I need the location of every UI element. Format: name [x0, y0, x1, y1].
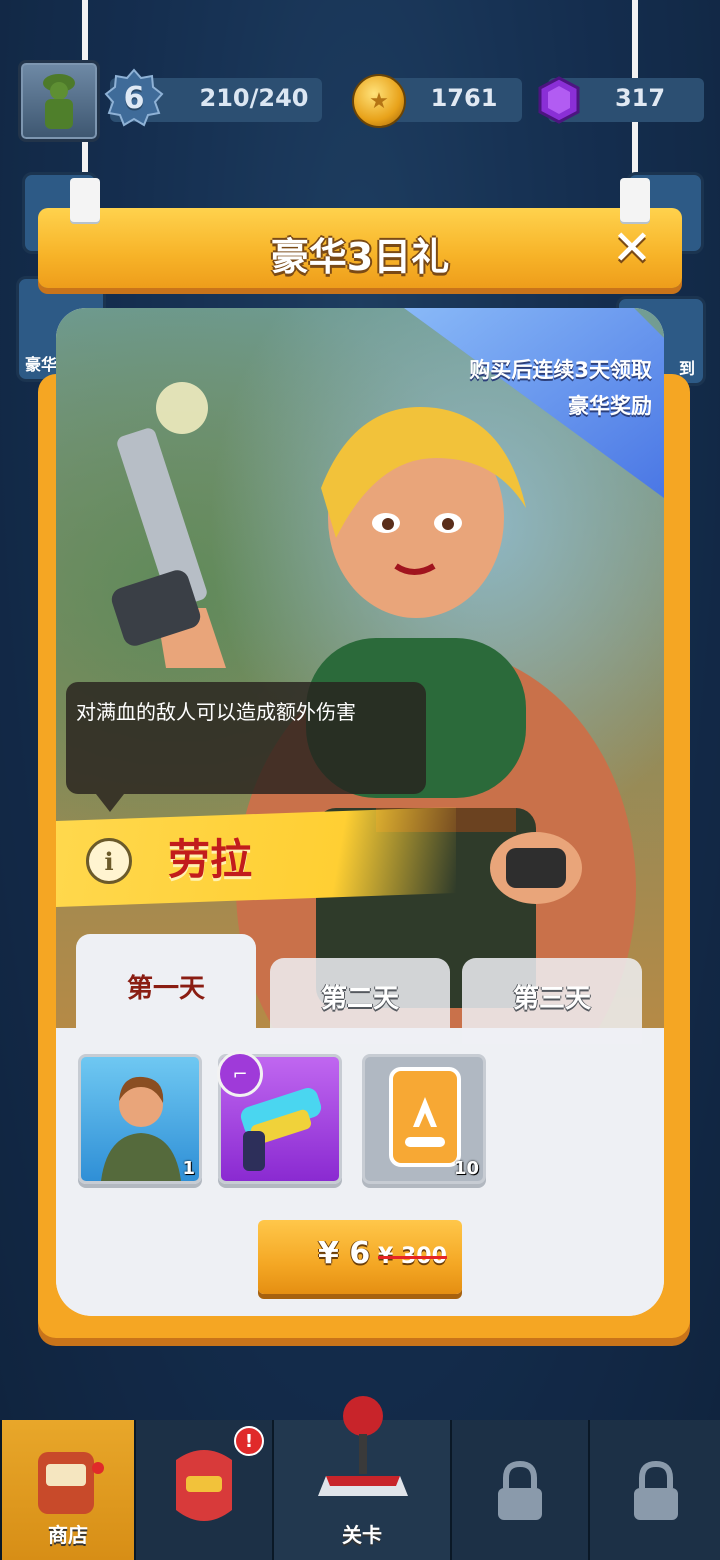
close-icon: ✕	[611, 220, 653, 276]
nav-stages-label: 关卡	[342, 1523, 382, 1547]
sale-price: ¥ 6	[318, 1236, 371, 1271]
close-button[interactable]: ✕	[610, 220, 654, 276]
nav-shop-label: 商店	[48, 1523, 88, 1547]
promo-line-1: 购买后连续3天领取	[469, 358, 652, 382]
info-icon[interactable]: i	[86, 838, 132, 884]
nav-stages[interactable]: 关卡	[272, 1396, 450, 1560]
tab-day-1[interactable]: 第一天	[76, 934, 256, 1044]
day-tabs: 第一天 第二天 第三天	[76, 928, 646, 1044]
nav-locked-1[interactable]	[450, 1420, 588, 1560]
reward-item-hero[interactable]: 1	[78, 1054, 202, 1184]
skill-description: 对满血的敌人可以造成额外伤害	[76, 700, 356, 724]
promo-line-2: 豪华奖励	[568, 394, 652, 418]
skill-tooltip: 对满血的敌人可以造成额外伤害	[66, 682, 426, 812]
bottom-nav: 商店 ! 关卡	[0, 1396, 720, 1560]
side-event-label-left: 豪华	[25, 355, 58, 374]
popup-card: 购买后连续3天领取 豪华奖励 对满血的敌人可以造成额外伤害 i 劳拉 第一天 第…	[56, 308, 664, 1316]
weapon-type-badge: ⌐	[217, 1051, 263, 1097]
tab-day-2[interactable]: 第二天	[270, 958, 450, 1044]
rope-clip-right	[620, 178, 650, 222]
promo-corner-text: 购买后连续3天领取 豪华奖励	[469, 352, 652, 424]
popup-title: 豪华3日礼	[270, 235, 450, 279]
nav-locked-2[interactable]	[588, 1420, 720, 1560]
xp-text: 210/240	[199, 84, 309, 112]
reward-count: 10	[453, 1158, 479, 1179]
top-hud: 6 210/240 1761 317	[18, 58, 708, 142]
level-badge: 6	[104, 68, 164, 128]
nav-heroes[interactable]: !	[134, 1420, 272, 1560]
side-event-label-right: 到	[678, 359, 695, 378]
robot-helmet-icon	[176, 1450, 232, 1521]
original-price: ¥ 300	[378, 1244, 447, 1269]
gem-icon	[538, 76, 580, 124]
pistol-icon: ⌐	[232, 1063, 248, 1085]
buy-button[interactable]: ¥ 6 ¥ 300	[258, 1220, 462, 1294]
nav-shop[interactable]: 商店	[0, 1420, 134, 1560]
gem-count: 317	[614, 84, 666, 112]
lock-icon	[634, 1460, 678, 1520]
coin-count: 1761	[430, 84, 498, 112]
rope-clip-left	[70, 178, 100, 222]
soldier-icon	[43, 74, 75, 129]
reward-item-card[interactable]: 10	[362, 1054, 486, 1184]
reward-count: 1	[182, 1158, 195, 1179]
hero-name: 劳拉	[168, 835, 253, 884]
coin-icon	[352, 74, 406, 128]
lock-icon	[498, 1460, 542, 1520]
reward-item-weapon[interactable]: ⌐	[217, 1051, 342, 1184]
player-avatar[interactable]	[18, 60, 100, 142]
tab-day-3[interactable]: 第三天	[462, 958, 642, 1044]
slot-machine-icon	[38, 1452, 104, 1514]
level-number: 6	[123, 80, 145, 116]
joystick-icon	[318, 1396, 408, 1496]
popup-header: 豪华3日礼 ✕	[38, 208, 682, 288]
alert-badge: !	[234, 1426, 264, 1456]
